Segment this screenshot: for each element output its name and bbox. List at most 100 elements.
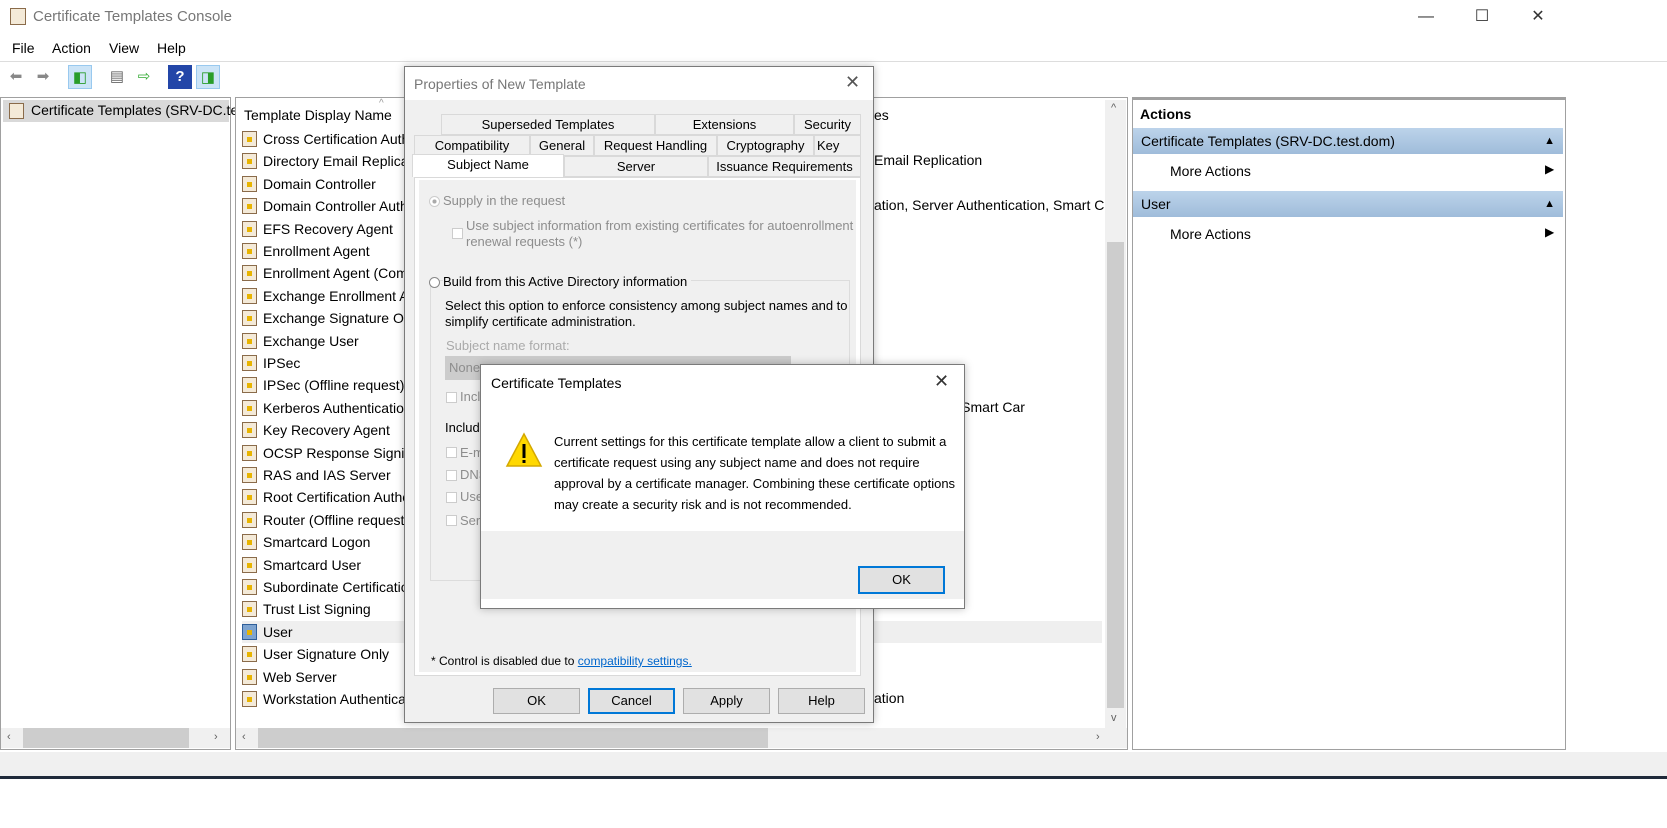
scroll-left-icon[interactable]: ‹ bbox=[7, 731, 11, 743]
certificate-template-icon bbox=[242, 287, 257, 304]
more-actions-item[interactable]: More Actions bbox=[1170, 163, 1251, 179]
action-section-user[interactable]: User ▲ bbox=[1133, 191, 1563, 217]
collapse-triangle-icon[interactable]: ▲ bbox=[1544, 191, 1555, 217]
tab-key-attestation[interactable]: Key Attestation bbox=[814, 135, 861, 156]
scrollbar-thumb[interactable] bbox=[23, 728, 189, 748]
email-name-checkbox[interactable] bbox=[446, 447, 457, 458]
certificate-template-icon bbox=[242, 422, 257, 439]
more-actions-item[interactable]: More Actions bbox=[1170, 226, 1251, 242]
build-description: Select this option to enforce consistenc… bbox=[445, 298, 848, 313]
warning-message-line: Current settings for this certificate te… bbox=[554, 434, 947, 449]
certificate-template-icon bbox=[242, 579, 257, 595]
back-arrow-icon[interactable]: ⬅ bbox=[4, 65, 28, 89]
certificate-template-icon bbox=[242, 668, 257, 685]
close-icon[interactable]: ✕ bbox=[934, 371, 949, 392]
template-name: Exchange Enrollment A bbox=[263, 287, 409, 304]
menu-help[interactable]: Help bbox=[157, 40, 186, 56]
template-name: IPSec (Offline request) bbox=[263, 377, 405, 394]
tab-compatibility[interactable]: Compatibility bbox=[414, 135, 530, 156]
include-email-checkbox[interactable] bbox=[446, 392, 457, 403]
template-name: Trust List Signing bbox=[263, 601, 371, 618]
scroll-up-icon[interactable]: ^ bbox=[1111, 102, 1116, 114]
scroll-right-icon[interactable]: › bbox=[1096, 731, 1100, 743]
menu-view[interactable]: View bbox=[109, 40, 139, 56]
certificate-template-icon bbox=[242, 355, 257, 371]
intended-purposes-cell: ation bbox=[874, 690, 905, 706]
properties-icon[interactable]: ▤ bbox=[105, 65, 129, 89]
certificate-template-icon bbox=[242, 399, 257, 416]
certificate-template-icon bbox=[242, 444, 257, 461]
use-subject-info-checkbox[interactable] bbox=[452, 228, 463, 239]
footnote-text: * Control is disabled due to bbox=[431, 654, 578, 668]
help-icon[interactable]: ? bbox=[168, 65, 192, 89]
tab-cryptography[interactable]: Cryptography bbox=[717, 135, 814, 156]
tab-extensions[interactable]: Extensions bbox=[655, 114, 794, 135]
window-title: Certificate Templates Console bbox=[33, 8, 232, 25]
column-header-display-name[interactable]: Template Display Name bbox=[244, 107, 392, 123]
show-hide-console-tree-icon[interactable]: ◧ bbox=[68, 65, 92, 89]
dialog-title-bar: Properties of New Template ✕ bbox=[405, 67, 873, 100]
tab-issuance-requirements[interactable]: Issuance Requirements bbox=[708, 156, 861, 177]
warning-dialog-title: Certificate Templates bbox=[491, 375, 622, 391]
collapse-triangle-icon[interactable]: ▲ bbox=[1544, 128, 1555, 154]
intended-purposes-cell: Email Replication bbox=[874, 152, 983, 169]
export-list-icon[interactable]: ⇨ bbox=[132, 65, 156, 89]
action-section-certificate-templates[interactable]: Certificate Templates (SRV-DC.test.dom) … bbox=[1133, 128, 1563, 154]
supply-in-request-radio[interactable] bbox=[429, 196, 440, 207]
tab-request-handling[interactable]: Request Handling bbox=[594, 135, 717, 156]
certificate-template-icon bbox=[242, 198, 257, 215]
warning-ok-button[interactable]: OK bbox=[858, 566, 945, 594]
tab-subject-name[interactable]: Subject Name bbox=[412, 154, 564, 177]
submenu-arrow-icon: ▶ bbox=[1545, 162, 1555, 176]
compatibility-settings-link[interactable]: compatibility settings. bbox=[578, 654, 692, 668]
ok-button[interactable]: OK bbox=[493, 688, 580, 714]
warning-icon bbox=[505, 432, 543, 467]
close-button[interactable]: ✕ bbox=[1510, 0, 1566, 34]
template-name: Router (Offline request) bbox=[263, 511, 410, 528]
certificate-template-icon bbox=[242, 310, 257, 327]
certificate-template-icon bbox=[242, 332, 257, 349]
list-vertical-scrollbar[interactable]: ^ v bbox=[1105, 100, 1126, 728]
tab-server[interactable]: Server bbox=[564, 156, 708, 177]
scroll-left-icon[interactable]: ‹ bbox=[242, 731, 246, 743]
tab-general[interactable]: General bbox=[530, 135, 594, 156]
scroll-down-icon[interactable]: v bbox=[1111, 712, 1117, 724]
upn-checkbox[interactable] bbox=[446, 492, 457, 503]
certificate-template-icon bbox=[242, 265, 257, 282]
minimize-button[interactable]: — bbox=[1398, 0, 1454, 34]
scrollbar-thumb[interactable] bbox=[258, 728, 768, 748]
help-button[interactable]: Help bbox=[778, 688, 865, 714]
submenu-arrow-icon: ▶ bbox=[1545, 225, 1555, 239]
certificate-template-icon bbox=[9, 103, 24, 119]
cancel-button[interactable]: Cancel bbox=[588, 688, 675, 714]
menu-file[interactable]: File bbox=[12, 40, 35, 56]
tree-root-item[interactable]: Certificate Templates (SRV-DC.tes bbox=[3, 100, 245, 122]
template-name: User bbox=[263, 623, 293, 640]
show-hide-action-pane-icon[interactable]: ◨ bbox=[196, 65, 220, 89]
console-tree: Certificate Templates (SRV-DC.tes ‹ › bbox=[0, 97, 245, 750]
list-horizontal-scrollbar[interactable]: ‹ › bbox=[236, 728, 1127, 748]
tree-horizontal-scrollbar[interactable]: ‹ › bbox=[1, 728, 230, 748]
scroll-right-icon[interactable]: › bbox=[214, 731, 218, 743]
menu-action[interactable]: Action bbox=[52, 40, 91, 56]
certificate-template-icon bbox=[242, 691, 257, 707]
spn-checkbox[interactable] bbox=[446, 515, 457, 526]
maximize-button[interactable]: ☐ bbox=[1454, 0, 1510, 34]
scrollbar-thumb[interactable] bbox=[1107, 242, 1124, 708]
close-icon[interactable]: ✕ bbox=[845, 72, 860, 93]
tab-superseded-templates[interactable]: Superseded Templates bbox=[441, 114, 655, 135]
build-description-2: simplify certificate administration. bbox=[445, 314, 636, 329]
template-name: Smartcard Logon bbox=[263, 534, 371, 551]
dialog-title: Properties of New Template bbox=[414, 76, 586, 92]
column-sort-indicator-icon: ^ bbox=[379, 98, 384, 109]
tab-security[interactable]: Security bbox=[794, 114, 861, 135]
status-bar bbox=[0, 752, 1667, 776]
forward-arrow-icon[interactable]: ➡ bbox=[31, 65, 55, 89]
certificate-template-icon bbox=[242, 377, 257, 394]
apply-button[interactable]: Apply bbox=[683, 688, 770, 714]
dns-name-checkbox[interactable] bbox=[446, 470, 457, 481]
build-from-ad-radio[interactable] bbox=[429, 277, 440, 288]
certificate-template-icon bbox=[242, 511, 257, 528]
template-name: Key Recovery Agent bbox=[263, 422, 390, 439]
column-header-intended-purposes[interactable]: es bbox=[874, 107, 889, 123]
